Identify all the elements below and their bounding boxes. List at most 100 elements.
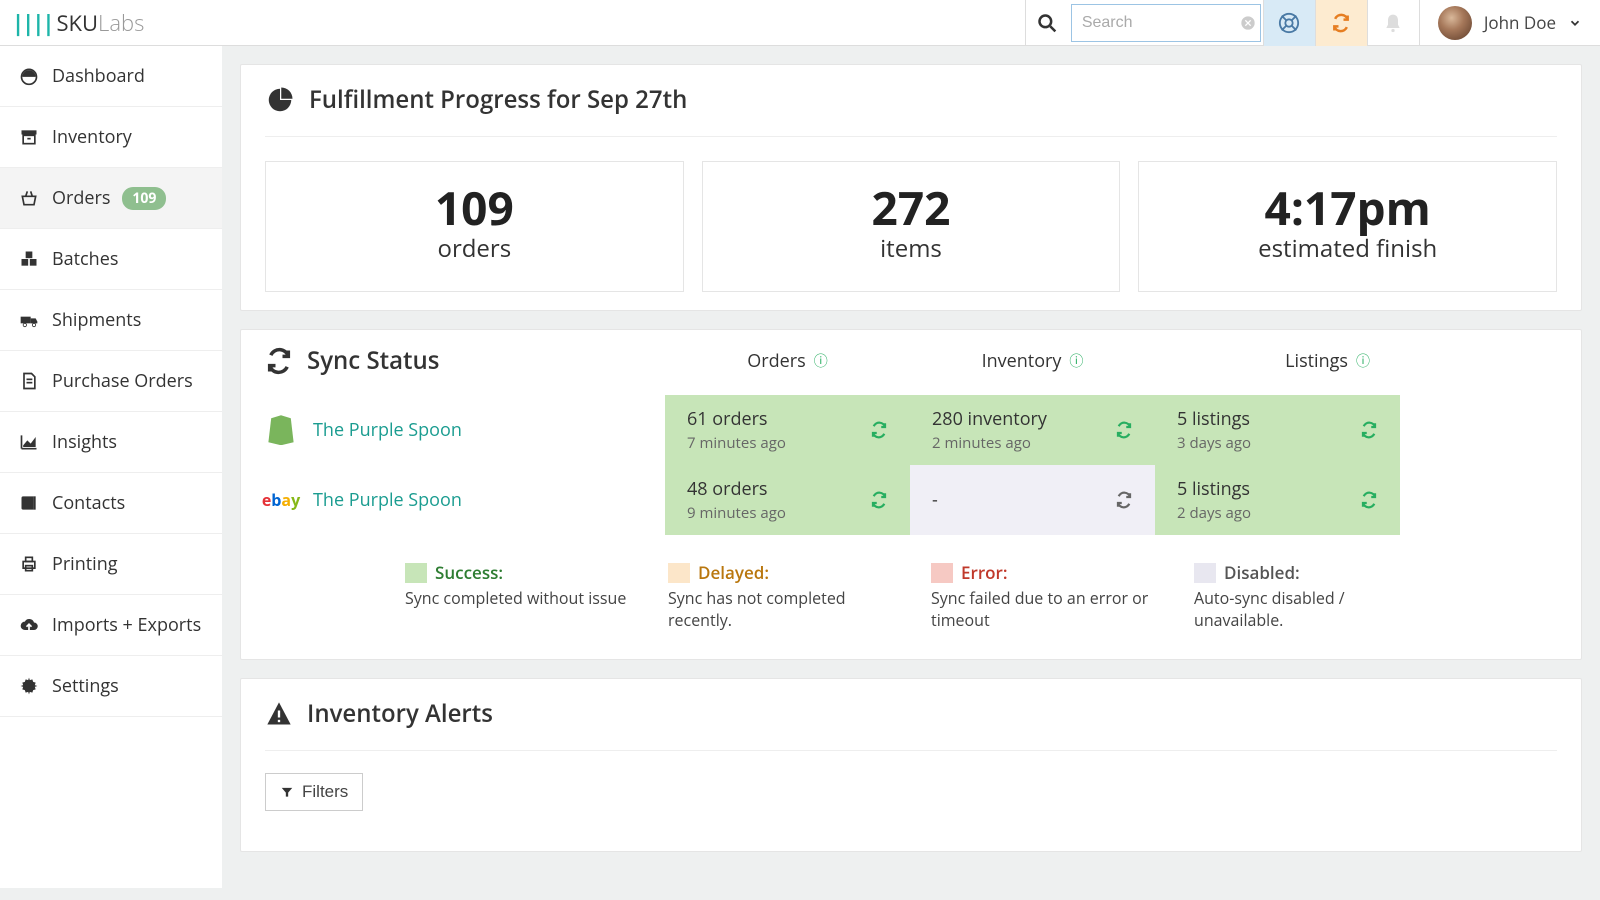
- sidebar-item-imports-exports[interactable]: Imports + Exports: [0, 595, 222, 656]
- archive-icon: [18, 127, 40, 147]
- refresh-button[interactable]: [1360, 421, 1378, 439]
- sync-cell-listings: 5 listings3 days ago: [1155, 395, 1400, 465]
- gear-icon: [18, 676, 40, 696]
- sync-icon: [1115, 491, 1133, 509]
- sync-icon: [870, 491, 888, 509]
- bell-icon: [1383, 13, 1403, 33]
- sidebar-item-label: Orders: [52, 186, 110, 210]
- avatar: [1438, 6, 1472, 40]
- legend-disabled: Disabled: Auto-sync disabled / unavailab…: [1194, 561, 1417, 631]
- legend-delayed: Delayed: Sync has not completed recently…: [668, 561, 891, 631]
- sync-row-shopify: The Purple Spoon 61 orders7 minutes ago …: [265, 395, 1557, 465]
- sync-icon: [870, 421, 888, 439]
- clear-search-button[interactable]: [1232, 15, 1264, 31]
- refresh-button[interactable]: [870, 491, 888, 509]
- basket-icon: [18, 188, 40, 208]
- search-icon: [1037, 13, 1057, 33]
- orders-badge: 109: [122, 187, 166, 210]
- user-name: John Doe: [1484, 11, 1556, 34]
- swatch-icon: [668, 563, 690, 583]
- help-button[interactable]: [1263, 0, 1315, 46]
- store-link[interactable]: The Purple Spoon: [313, 488, 462, 512]
- sidebar-item-purchase-orders[interactable]: Purchase Orders: [0, 351, 222, 412]
- sidebar-item-contacts[interactable]: Contacts: [0, 473, 222, 534]
- store-link[interactable]: The Purple Spoon: [313, 418, 462, 442]
- sync-cell-inventory: 280 inventory2 minutes ago: [910, 395, 1155, 465]
- logo-bars-icon: ||||: [12, 8, 52, 38]
- sync-cell-orders: 61 orders7 minutes ago: [665, 395, 910, 465]
- search-field-wrap: [1071, 4, 1261, 42]
- cloud-icon: [18, 615, 40, 635]
- app-header: |||| SKULabs John Doe: [0, 0, 1600, 46]
- sidebar-item-orders[interactable]: Orders 109: [0, 168, 222, 229]
- chart-icon: [18, 432, 40, 452]
- sidebar-item-label: Batches: [52, 247, 118, 271]
- truck-icon: [18, 310, 40, 330]
- sidebar-item-label: Insights: [52, 430, 117, 454]
- sync-legend: Success: Sync completed without issue De…: [265, 561, 1557, 641]
- sync-icon: [1115, 421, 1133, 439]
- sidebar-item-settings[interactable]: Settings: [0, 656, 222, 717]
- sidebar-item-label: Settings: [52, 674, 119, 698]
- sidebar-item-label: Purchase Orders: [52, 369, 193, 393]
- legend-success: Success: Sync completed without issue: [405, 561, 628, 631]
- fulfillment-card: Fulfillment Progress for Sep 27th 109 or…: [240, 64, 1582, 311]
- refresh-button[interactable]: [1115, 491, 1133, 509]
- search-input[interactable]: [1072, 14, 1232, 32]
- filter-icon: [280, 785, 294, 799]
- boxes-icon: [18, 249, 40, 269]
- chevron-down-icon: [1568, 16, 1582, 30]
- global-sync-button[interactable]: [1315, 0, 1367, 46]
- sync-cell-inventory: -: [910, 465, 1155, 535]
- swatch-icon: [405, 563, 427, 583]
- sidebar-item-dashboard[interactable]: Dashboard: [0, 46, 222, 107]
- pie-chart-icon: [265, 85, 295, 115]
- sync-icon: [1360, 421, 1378, 439]
- refresh-button[interactable]: [1360, 491, 1378, 509]
- stat-orders: 109 orders: [265, 161, 684, 292]
- sidebar-item-insights[interactable]: Insights: [0, 412, 222, 473]
- stat-estimated-finish: 4:17pm estimated finish: [1138, 161, 1557, 292]
- swatch-icon: [1194, 563, 1216, 583]
- sync-cell-orders: 48 orders9 minutes ago: [665, 465, 910, 535]
- alerts-title: Inventory Alerts: [307, 697, 493, 730]
- logo-text: SKULabs: [56, 8, 144, 38]
- sidebar-item-printing[interactable]: Printing: [0, 534, 222, 595]
- shopify-icon: [265, 414, 297, 446]
- help-icon[interactable]: ⓘ: [1356, 351, 1370, 371]
- sidebar-item-batches[interactable]: Batches: [0, 229, 222, 290]
- refresh-button[interactable]: [870, 421, 888, 439]
- document-icon: [18, 371, 40, 391]
- help-icon[interactable]: ⓘ: [1069, 351, 1083, 371]
- sync-col-orders: Ordersⓘ: [747, 349, 827, 373]
- sidebar-item-shipments[interactable]: Shipments: [0, 290, 222, 351]
- sidebar-item-label: Contacts: [52, 491, 125, 515]
- sidebar-item-label: Shipments: [52, 308, 141, 332]
- filters-button[interactable]: Filters: [265, 773, 363, 811]
- notifications-button[interactable]: [1367, 0, 1419, 46]
- dashboard-icon: [18, 66, 40, 86]
- help-icon[interactable]: ⓘ: [814, 351, 828, 371]
- close-icon: [1240, 15, 1256, 31]
- sync-icon: [1360, 491, 1378, 509]
- sidebar-item-label: Printing: [52, 552, 118, 576]
- search-button[interactable]: [1025, 0, 1069, 46]
- main-content: Fulfillment Progress for Sep 27th 109 or…: [222, 46, 1600, 888]
- sync-row-ebay: ebay The Purple Spoon 48 orders9 minutes…: [265, 465, 1557, 535]
- refresh-button[interactable]: [1115, 421, 1133, 439]
- sidebar-item-inventory[interactable]: Inventory: [0, 107, 222, 168]
- sidebar-item-label: Dashboard: [52, 64, 145, 88]
- printer-icon: [18, 554, 40, 574]
- user-menu[interactable]: John Doe: [1419, 0, 1600, 46]
- sync-icon: [1331, 13, 1351, 33]
- book-icon: [18, 493, 40, 513]
- inventory-alerts-card: Inventory Alerts Filters: [240, 678, 1582, 852]
- brand-logo[interactable]: |||| SKULabs: [0, 8, 222, 38]
- sync-title: Sync Status: [307, 344, 439, 377]
- sidebar-item-label: Inventory: [52, 125, 132, 149]
- fulfillment-title: Fulfillment Progress for Sep 27th: [309, 83, 687, 116]
- sync-col-inventory: Inventoryⓘ: [982, 349, 1084, 373]
- warning-icon: [265, 700, 293, 728]
- legend-error: Error: Sync failed due to an error or ti…: [931, 561, 1154, 631]
- sidebar: Dashboard Inventory Orders 109 Batches S…: [0, 46, 222, 888]
